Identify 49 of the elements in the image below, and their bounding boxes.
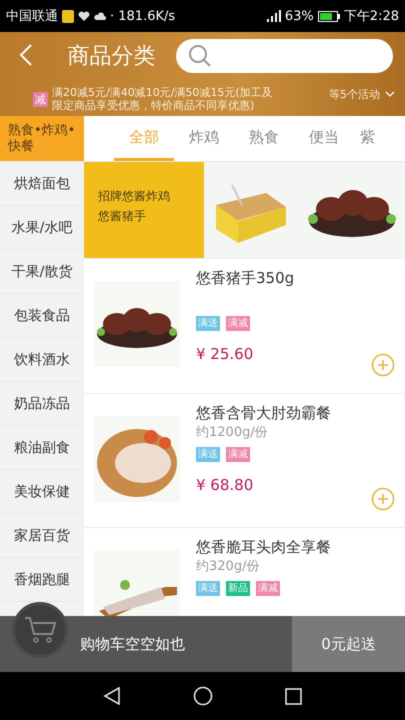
search-icon	[188, 44, 212, 68]
product-name[interactable]: 悠香猪手350g	[196, 267, 294, 289]
app-icon	[62, 10, 74, 22]
category-tab[interactable]: 便当	[294, 116, 354, 161]
promo-tag: 满减	[226, 446, 250, 462]
cart-empty-text: 购物车空空如也	[80, 634, 186, 654]
promo-tag: 满减	[226, 316, 250, 331]
promo-text: 满20减5元/满40减10元/满50减15元(加工及限定商品享受优惠，特价商品不同享优惠)	[52, 86, 274, 112]
square-recents-icon	[285, 688, 302, 704]
product-name[interactable]: 悠香含骨大肘劲霸餐	[196, 402, 331, 424]
product-name[interactable]: 悠香脆耳头肉全享餐	[196, 536, 331, 558]
carrier-name: 中国联通	[6, 8, 58, 25]
battery-icon	[318, 10, 340, 22]
banner-text[interactable]: 招牌悠酱炸鸡	[98, 186, 170, 206]
category-tab[interactable]: 熟食	[234, 116, 294, 161]
product-weight: 约320g/份	[196, 558, 260, 575]
recents-button[interactable]	[285, 688, 302, 704]
page-title: 商品分类	[68, 43, 157, 71]
promo-tag: 满送	[196, 446, 220, 462]
discount-badge: 减	[33, 92, 48, 106]
search-field[interactable]	[176, 39, 393, 73]
signal-icon	[266, 10, 281, 22]
category-item[interactable]: 熟食•炸鸡•快餐	[0, 116, 84, 162]
chevron-left-icon	[18, 42, 33, 66]
category-tab[interactable]: 炸鸡	[174, 116, 234, 161]
battery-percent: 63%	[284, 8, 314, 24]
banner-photo[interactable]	[204, 162, 405, 258]
network-speed: · 181.6K/s	[110, 8, 176, 24]
clock-time: 下午2:28	[344, 8, 399, 25]
back-button[interactable]	[103, 687, 121, 705]
shopping-cart-icon	[24, 616, 56, 644]
home-button[interactable]	[193, 686, 213, 706]
promo-tag: 新品	[226, 581, 250, 596]
promo-tag: 满送	[196, 581, 220, 596]
plus-circle-icon	[371, 352, 395, 376]
circle-home-icon	[193, 686, 213, 706]
banner-text[interactable]: 悠酱猪手	[98, 206, 146, 226]
chevron-down-icon	[385, 91, 395, 97]
promo-tag: 满送	[196, 316, 220, 331]
triangle-back-icon	[103, 687, 121, 705]
cloud-icon	[94, 12, 106, 20]
plus-circle-icon	[371, 487, 395, 511]
product-weight: 约1200g/份	[196, 424, 269, 440]
promo-tag: 满减	[256, 581, 280, 596]
heart-icon	[78, 10, 90, 22]
category-tab[interactable]: 紫	[354, 116, 384, 161]
product-price: ¥ 25.60	[196, 345, 254, 363]
product-price: ¥ 68.80	[196, 476, 254, 494]
checkout-button[interactable]: 0元起送	[292, 616, 405, 672]
